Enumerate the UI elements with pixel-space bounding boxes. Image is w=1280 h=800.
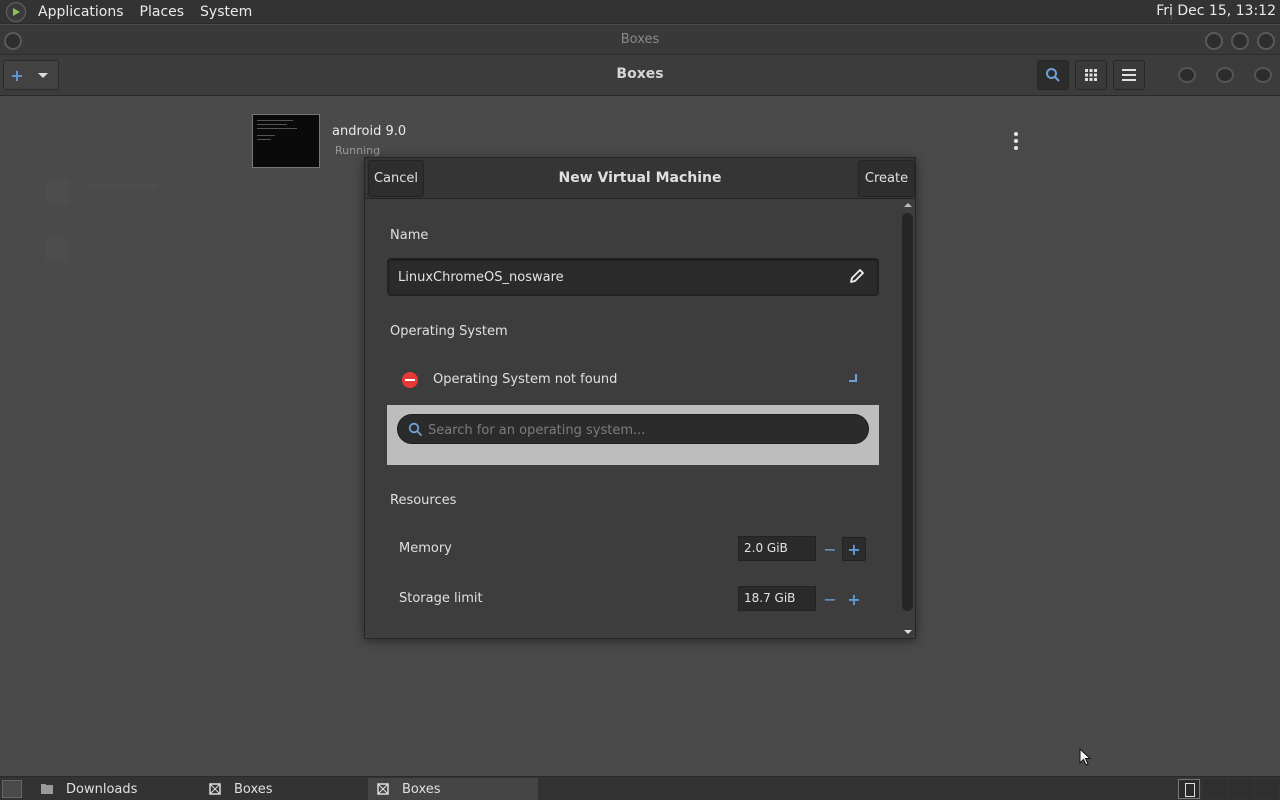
create-button[interactable]: Create <box>858 160 915 197</box>
close-button[interactable] <box>1257 32 1275 50</box>
os-search-input[interactable] <box>428 421 858 439</box>
os-section-label: Operating System <box>390 324 508 339</box>
search-button[interactable] <box>1037 60 1069 90</box>
hamburger-menu-button[interactable] <box>1113 60 1145 90</box>
dialog-header: Cancel New Virtual Machine Create <box>365 158 915 199</box>
workspace-2[interactable] <box>1203 779 1227 799</box>
taskbar-item-label: Boxes <box>234 781 273 797</box>
os-search-field[interactable] <box>397 414 869 444</box>
name-section-label: Name <box>390 228 429 243</box>
scroll-down-arrow-icon[interactable] <box>904 630 912 634</box>
vm-options-button[interactable] <box>1012 132 1020 150</box>
scrollbar-thumb[interactable] <box>902 213 913 611</box>
dialog-scrollbar[interactable] <box>900 201 916 638</box>
search-icon <box>408 422 423 437</box>
vm-thumbnail[interactable] <box>252 114 320 168</box>
error-icon <box>402 372 418 388</box>
header-minimize-button[interactable] <box>1178 67 1196 83</box>
storage-decrease-button[interactable]: − <box>818 587 842 611</box>
window-title: Boxes <box>620 32 660 47</box>
vm-name[interactable]: android 9.0 <box>332 124 406 139</box>
top-panel: Applications Places System Fri Dec 15, 1… <box>0 0 1280 24</box>
os-search-area <box>387 405 879 465</box>
new-vm-dialog: Cancel New Virtual Machine Create Name L… <box>364 157 916 639</box>
taskbar-item-boxes-active[interactable]: Boxes <box>368 778 538 800</box>
minimize-button[interactable] <box>1205 32 1223 50</box>
faded-item-text <box>88 184 158 190</box>
places-menu[interactable]: Places <box>136 4 189 20</box>
vm-status: Running <box>335 144 381 157</box>
faded-item-icon <box>46 180 68 204</box>
show-desktop-button[interactable] <box>2 780 22 798</box>
scroll-up-arrow-icon[interactable] <box>904 203 912 207</box>
header-bar: + Boxes <box>0 54 1280 96</box>
storage-increase-button[interactable]: + <box>842 587 866 611</box>
workspace-4[interactable] <box>1255 779 1279 799</box>
memory-decrease-button[interactable]: − <box>818 537 842 561</box>
mouse-cursor-icon <box>1079 748 1091 766</box>
kebab-icon <box>1014 132 1018 136</box>
name-field[interactable]: LinuxChromeOS_nosware <box>387 258 879 296</box>
window-menu-button[interactable] <box>4 32 22 50</box>
plus-icon: + <box>847 589 861 609</box>
boxes-icon <box>209 783 221 795</box>
folder-icon <box>41 784 53 794</box>
distro-logo-icon[interactable] <box>6 1 26 22</box>
taskbar-item-boxes[interactable]: Boxes <box>200 778 368 800</box>
os-status[interactable]: Operating System not found <box>433 372 617 387</box>
search-icon <box>1046 68 1060 82</box>
applications-menu[interactable]: Applications <box>34 4 128 20</box>
storage-label: Storage limit <box>399 591 483 606</box>
header-maximize-button[interactable] <box>1216 67 1234 83</box>
faded-item-icon <box>46 238 68 262</box>
memory-label: Memory <box>399 541 452 556</box>
memory-increase-button[interactable]: + <box>842 537 866 561</box>
hamburger-icon <box>1122 69 1136 81</box>
minus-icon: − <box>823 539 837 559</box>
storage-value[interactable]: 18.7 GiB <box>738 586 816 611</box>
taskbar-item-label: Boxes <box>402 781 441 797</box>
maximize-button[interactable] <box>1231 32 1249 50</box>
minus-icon: − <box>823 589 837 609</box>
bottom-panel: Downloads Boxes Boxes <box>0 776 1280 800</box>
header-close-button[interactable] <box>1254 67 1272 83</box>
clock[interactable]: Fri Dec 15, 13:12 <box>1156 3 1276 19</box>
system-menu[interactable]: System <box>196 4 256 20</box>
plus-icon: + <box>847 539 861 559</box>
taskbar-item-downloads[interactable]: Downloads <box>32 778 200 800</box>
memory-value[interactable]: 2.0 GiB <box>738 536 816 561</box>
workspace-3[interactable] <box>1229 779 1253 799</box>
pencil-icon[interactable] <box>848 267 866 285</box>
grid-icon <box>1085 69 1097 81</box>
name-value: LinuxChromeOS_nosware <box>398 270 564 285</box>
workspace-1[interactable] <box>1178 779 1200 799</box>
window-titlebar[interactable]: Boxes <box>0 25 1280 54</box>
resources-section-label: Resources <box>390 493 457 508</box>
taskbar-item-label: Downloads <box>66 781 138 797</box>
grid-view-button[interactable] <box>1075 60 1107 90</box>
dialog-title: New Virtual Machine <box>558 170 722 186</box>
boxes-icon <box>377 783 389 795</box>
expand-corner-icon[interactable] <box>849 374 857 382</box>
